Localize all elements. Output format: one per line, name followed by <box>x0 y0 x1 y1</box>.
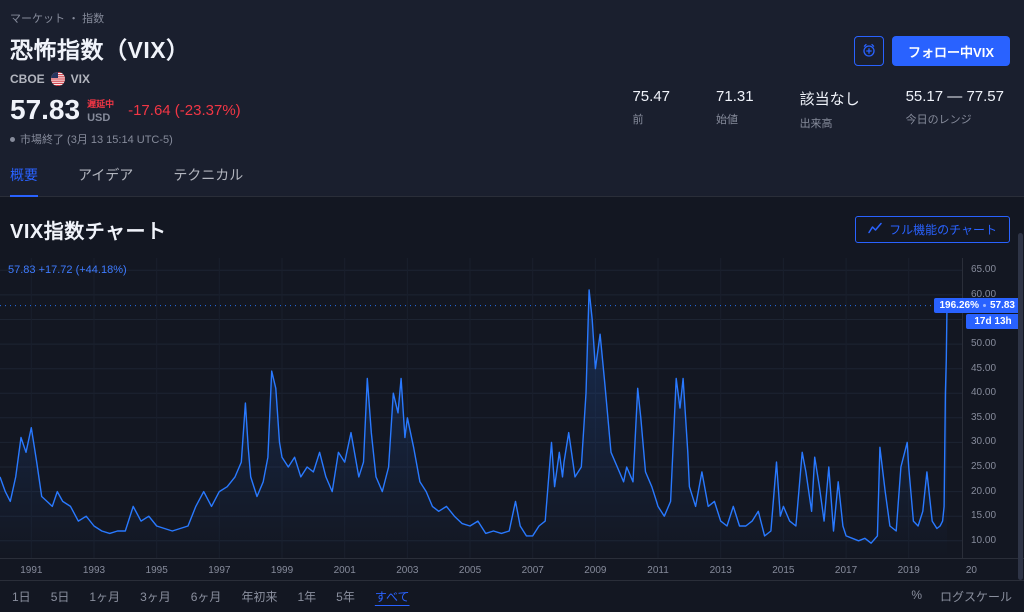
range-ytd[interactable]: 年初来 <box>241 588 277 605</box>
follow-button[interactable]: フォロー中VIX <box>892 36 1010 66</box>
time-scale-label: 2005 <box>455 565 485 576</box>
ticker-label: VIX <box>71 72 90 86</box>
time-scale-label: 1993 <box>79 565 109 576</box>
time-scale-label: 20 <box>956 565 986 576</box>
log-scale-toggle[interactable]: ログスケール <box>940 588 1012 605</box>
price-scale-label: 15.00 <box>971 510 996 521</box>
price-scale-label: 40.00 <box>971 387 996 398</box>
key-stats: 75.47 前 71.31 始値 該当なし 出来高 55.17 — 77.57 … <box>632 88 1004 131</box>
stat-day-range: 55.17 — 77.57 今日のレンジ <box>906 88 1004 131</box>
time-scale-label: 2013 <box>706 565 736 576</box>
last-price: 57.83 <box>10 96 80 124</box>
chart-section-title: VIX指数チャート <box>10 215 167 244</box>
stat-prev-close: 75.47 前 <box>632 88 670 131</box>
breadcrumb-indices[interactable]: 指数 <box>82 13 104 25</box>
time-scale-label: 1997 <box>204 565 234 576</box>
price-chart[interactable]: 57.83 +17.72 (+44.18%) 10.00 15.00 20.00 25… <box>0 258 1024 558</box>
price-scale-label: 50.00 <box>971 338 996 349</box>
time-scale-label: 2007 <box>518 565 548 576</box>
vix-line-series <box>0 258 962 558</box>
tab-bar: 概要 アイデア テクニカル <box>0 156 1024 197</box>
time-scale-label: 2001 <box>330 565 360 576</box>
symbol-header: マーケット ・ 指数 恐怖指数（VIX） フォロー中VIX CBOE <box>0 0 1024 197</box>
price-scale-label: 30.00 <box>971 436 996 447</box>
price-scale-label: 45.00 <box>971 363 996 374</box>
alarm-clock-add-icon <box>861 42 877 61</box>
chart-section: VIX指数チャート フル機能のチャート 57.83 +17.72 (+44.18… <box>0 197 1024 612</box>
range-6m[interactable]: 6ヶ月 <box>191 588 222 605</box>
market-status-dot <box>10 137 15 142</box>
badge-dot <box>983 304 986 307</box>
breadcrumb-markets[interactable]: マーケット <box>10 13 65 25</box>
time-scale-label: 2011 <box>643 565 673 576</box>
price-scale-label: 65.00 <box>971 264 996 275</box>
price-scale-label: 35.00 <box>971 412 996 423</box>
range-3m[interactable]: 3ヶ月 <box>140 588 171 605</box>
current-price-badge: 196.26% 57.83 <box>934 298 1020 313</box>
tab-overview[interactable]: 概要 <box>10 156 38 197</box>
exchange-label: CBOE <box>10 72 45 86</box>
price-scale-label: 20.00 <box>971 486 996 497</box>
chart-pane[interactable]: 57.83 +17.72 (+44.18%) <box>0 258 962 558</box>
range-5y[interactable]: 5年 <box>336 588 355 605</box>
us-flag-icon <box>51 72 65 86</box>
time-scale-label: 2017 <box>831 565 861 576</box>
time-scale-label: 1995 <box>142 565 172 576</box>
percent-scale-toggle[interactable]: % <box>911 588 922 605</box>
range-1d[interactable]: 1日 <box>12 588 31 605</box>
range-1m[interactable]: 1ヶ月 <box>89 588 120 605</box>
tab-technicals[interactable]: テクニカル <box>173 156 243 196</box>
time-scale[interactable]: 1991 1993 1995 1997 1999 2001 2003 2005 2007 2009… <box>0 558 1024 580</box>
breadcrumb: マーケット ・ 指数 <box>0 8 1024 28</box>
scrollbar-thumb[interactable] <box>1018 233 1023 580</box>
time-scale-label: 2003 <box>392 565 422 576</box>
currency-label: USD <box>87 112 114 124</box>
time-scale-label: 2019 <box>894 565 924 576</box>
delayed-badge: 遅延中 <box>87 97 114 110</box>
chart-legend: 57.83 +17.72 (+44.18%) <box>8 264 127 276</box>
countdown-badge: 17d 13h <box>966 314 1020 329</box>
full-chart-button[interactable]: フル機能のチャート <box>855 216 1010 243</box>
stat-open: 71.31 始値 <box>716 88 754 131</box>
time-scale-label: 2015 <box>768 565 798 576</box>
range-1y[interactable]: 1年 <box>297 588 316 605</box>
price-change: -17.64 (-23.37%) <box>128 102 241 119</box>
breadcrumb-separator: ・ <box>68 13 79 25</box>
time-scale-label: 2009 <box>580 565 610 576</box>
market-status-text: 市場終了 (3月 13 15:14 UTC-5) <box>20 131 173 147</box>
stat-volume: 該当なし 出来高 <box>800 88 860 131</box>
vix-symbol-page: { "breadcrumb": { "market": "マーケット", "se… <box>0 0 1024 585</box>
range-5d[interactable]: 5日 <box>51 588 70 605</box>
add-alert-button[interactable] <box>854 36 884 66</box>
time-scale-label: 1991 <box>16 565 46 576</box>
price-scale-label: 25.00 <box>971 461 996 472</box>
price-scale-label: 10.00 <box>971 535 996 546</box>
symbol-subtitle: CBOE VIX <box>0 65 1024 86</box>
range-all[interactable]: すべて <box>375 588 410 605</box>
time-scale-label: 1999 <box>267 565 297 576</box>
tab-ideas[interactable]: アイデア <box>78 156 133 196</box>
line-chart-icon <box>868 222 882 237</box>
range-selector: 1日 5日 1ヶ月 3ヶ月 6ヶ月 年初来 1年 5年 すべて <box>12 588 410 605</box>
